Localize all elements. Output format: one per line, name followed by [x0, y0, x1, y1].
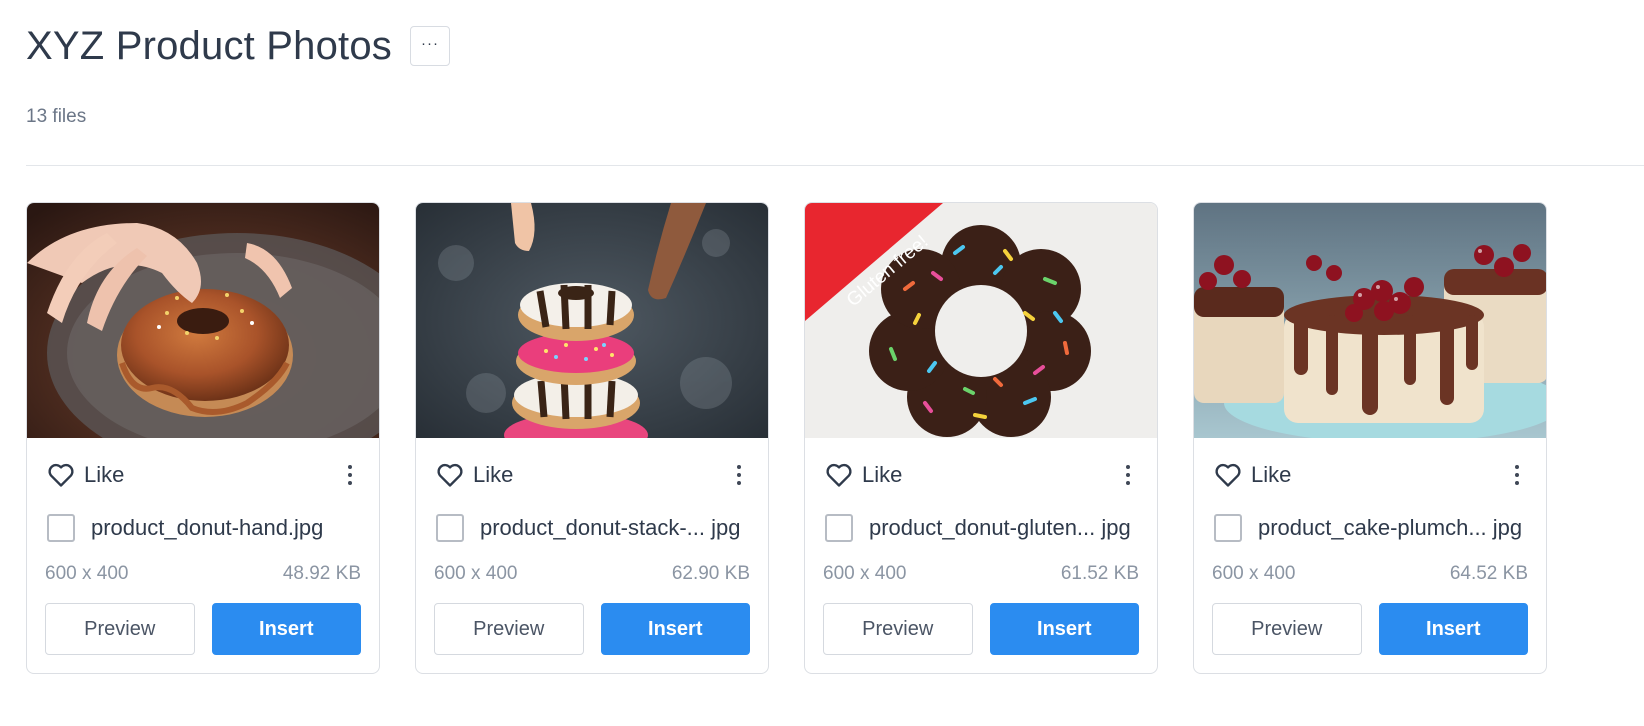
file-card[interactable]: Like product_donut-stack-... jpg 600 x 4…: [415, 202, 769, 674]
image-dimensions: 600 x 400: [45, 563, 129, 584]
file-count: 13 files: [26, 106, 87, 127]
kebab-menu-icon[interactable]: [1508, 462, 1526, 488]
like-row: Like: [436, 460, 748, 490]
file-card[interactable]: Like product_donut-hand.jpg 600 x 400 48…: [26, 202, 380, 674]
insert-button[interactable]: Insert: [600, 603, 750, 655]
file-size: 48.92 KB: [282, 563, 361, 584]
kebab-menu-icon[interactable]: [1119, 462, 1137, 488]
heart-icon[interactable]: [825, 462, 853, 488]
header-divider: [26, 165, 1644, 166]
image-thumbnail[interactable]: [1194, 203, 1546, 438]
file-name-row: product_donut-hand.jpg: [47, 513, 369, 543]
file-card[interactable]: Gluten free! Like product_donut-gluten..…: [804, 202, 1158, 674]
like-row: Like: [825, 460, 1137, 490]
preview-button[interactable]: Preview: [45, 603, 195, 655]
file-name: product_donut-gluten... jpg: [869, 515, 1131, 540]
file-name-row: product_cake-plumch... jpg: [1214, 513, 1536, 543]
file-name-row: product_donut-stack-... jpg: [436, 513, 758, 543]
preview-button[interactable]: Preview: [823, 603, 973, 655]
card-actions: Preview Insert: [434, 603, 750, 655]
card-actions: Preview Insert: [1212, 603, 1528, 655]
select-checkbox[interactable]: [825, 514, 853, 542]
image-thumbnail[interactable]: [27, 203, 379, 438]
file-meta: 600 x 400 61.52 KB: [823, 563, 1139, 585]
heart-icon[interactable]: [436, 462, 464, 488]
file-grid: Like product_donut-hand.jpg 600 x 400 48…: [26, 202, 1547, 674]
kebab-menu-icon[interactable]: [341, 462, 359, 488]
like-row: Like: [1214, 460, 1526, 490]
preview-button[interactable]: Preview: [1212, 603, 1362, 655]
like-button[interactable]: Like: [1251, 462, 1291, 488]
insert-button[interactable]: Insert: [1378, 603, 1528, 655]
image-thumbnail[interactable]: [416, 203, 768, 438]
donut-stack-photo: [416, 203, 768, 438]
file-size: 61.52 KB: [1060, 563, 1139, 584]
file-meta: 600 x 400 62.90 KB: [434, 563, 750, 585]
file-size: 62.90 KB: [671, 563, 750, 584]
card-actions: Preview Insert: [45, 603, 361, 655]
donut-hand-photo: [27, 203, 379, 438]
preview-button[interactable]: Preview: [434, 603, 584, 655]
heart-icon[interactable]: [1214, 462, 1242, 488]
like-row: Like: [47, 460, 359, 490]
heart-icon[interactable]: [47, 462, 75, 488]
insert-button[interactable]: Insert: [211, 603, 361, 655]
file-name: product_donut-stack-... jpg: [480, 515, 741, 540]
file-name-row: product_donut-gluten... jpg: [825, 513, 1147, 543]
file-meta: 600 x 400 64.52 KB: [1212, 563, 1528, 585]
select-checkbox[interactable]: [1214, 514, 1242, 542]
like-button[interactable]: Like: [84, 462, 124, 488]
ellipsis-icon: ···: [421, 34, 440, 52]
image-dimensions: 600 x 400: [823, 563, 907, 584]
insert-button[interactable]: Insert: [989, 603, 1139, 655]
image-dimensions: 600 x 400: [1212, 563, 1296, 584]
card-actions: Preview Insert: [823, 603, 1139, 655]
page-title: XYZ Product Photos: [26, 24, 393, 68]
page-header: XYZ Product Photos ···: [26, 22, 451, 70]
image-thumbnail[interactable]: Gluten free!: [805, 203, 1157, 438]
like-button[interactable]: Like: [473, 462, 513, 488]
like-button[interactable]: Like: [862, 462, 902, 488]
image-dimensions: 600 x 400: [434, 563, 518, 584]
file-card[interactable]: Like product_cake-plumch... jpg 600 x 40…: [1193, 202, 1547, 674]
kebab-menu-icon[interactable]: [730, 462, 748, 488]
plum-cake-photo: [1194, 203, 1546, 438]
select-checkbox[interactable]: [436, 514, 464, 542]
file-size: 64.52 KB: [1449, 563, 1528, 584]
more-options-button[interactable]: ···: [410, 26, 451, 66]
chocolate-donut-photo: Gluten free!: [805, 203, 1157, 438]
file-name: product_donut-hand.jpg: [91, 515, 324, 540]
file-name: product_cake-plumch... jpg: [1258, 515, 1523, 540]
file-meta: 600 x 400 48.92 KB: [45, 563, 361, 585]
select-checkbox[interactable]: [47, 514, 75, 542]
